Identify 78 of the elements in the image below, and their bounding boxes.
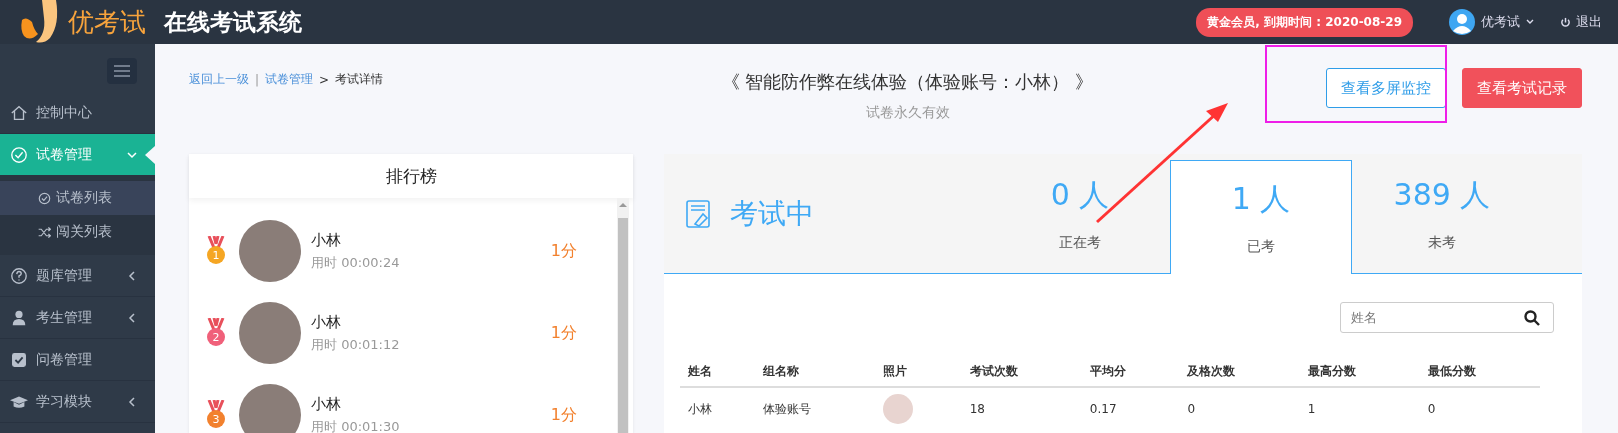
sidebar-item[interactable]: 考生管理 [0,297,155,339]
stats-title: 考试中 [730,195,814,232]
back-link[interactable]: 返回上一级 [189,71,249,88]
table-cell: 小林 [680,387,756,430]
photo-placeholder [883,394,914,424]
column-header: 最低分数 [1419,357,1540,387]
table-cell: 0.17 [1081,387,1180,430]
stats-tab[interactable]: 1 人 已考 [1170,160,1352,274]
breadcrumb-separator: | [255,72,260,87]
exam-validity: 试卷永久有效 [865,104,950,122]
breadcrumb-arrow: > [319,72,330,87]
score: 1分 [550,322,577,344]
column-header: 最高分数 [1299,357,1420,387]
avatar-icon [1449,9,1475,35]
search-icon[interactable] [1524,310,1540,326]
column-header: 姓名 [680,357,756,387]
logo-icon [20,0,60,44]
table-cell: 0 [1179,387,1300,430]
table-cell: 18 [961,387,1082,430]
chevron-left-icon [127,270,137,281]
time-used: 用时 00:00:24 [311,253,401,272]
tab-label: 未考 [1428,234,1456,252]
score: 1分 [550,404,577,426]
column-header: 及格次数 [1179,357,1300,387]
menu-icon [114,65,130,77]
system-title: 在线考试系统 [164,7,302,37]
table-cell: 0 [1419,387,1540,430]
check-circle-icon [10,145,28,164]
tab-label: 已考 [1247,238,1275,256]
logout-link[interactable]: 退出 [1560,13,1602,31]
tab-count: 0 人 [1050,176,1110,214]
participant-name: 小林 [311,394,342,414]
submenu-item[interactable]: 闯关列表 [0,215,155,249]
tab-count: 1 人 [1231,180,1291,218]
user-menu[interactable]: 优考试 [1449,9,1534,35]
column-header: 照片 [875,357,962,387]
chevron-left-icon [127,396,137,407]
participant-name: 小林 [311,230,342,250]
breadcrumb-link[interactable]: 试卷管理 [265,71,314,88]
user-icon [10,308,28,327]
stats-tab[interactable]: 389 人 未考 [1352,154,1532,274]
chevron-left-icon [127,312,137,323]
submenu-item[interactable]: 试卷列表 [0,181,155,215]
search-field[interactable]: 姓名 [1340,302,1554,333]
time-used: 用时 00:01:30 [311,417,401,433]
tab-label: 正在考 [1059,234,1101,252]
tab-count: 389 人 [1393,176,1491,214]
score: 1分 [550,240,577,262]
table-cell: 体验账号 [755,387,876,430]
brand-name: 优考试 [68,5,146,39]
checkbox-icon [10,350,28,369]
chevron-down-icon [127,149,137,160]
exam-title: 《 智能防作弊在线体验（体验账号：小林） 》 [721,70,1094,94]
sidebar-item[interactable]: 题库管理 [0,255,155,297]
sidebar-item[interactable]: 问卷管理 [0,339,155,381]
caret-icon [1526,19,1534,25]
membership-badge: 黄金会员, 到期时间 : 2020-08-29 [1196,7,1413,37]
table-cell: 1 [1299,387,1420,430]
check-circle-icon [38,191,51,205]
sidebar-item[interactable]: 学习模块 [0,381,155,423]
column-header: 平均分 [1081,357,1180,387]
time-used: 用时 00:01:12 [311,335,401,354]
question-circle-icon [10,266,28,285]
breadcrumb-current: 考试详情 [335,71,384,88]
active-pointer-notch [145,146,155,164]
exam-paper-icon [686,199,710,228]
power-icon [1560,16,1571,28]
scrollbar-thumb[interactable] [618,218,628,433]
home-icon [10,103,28,122]
scroll-up-icon [619,202,627,208]
participant-name: 小林 [311,312,342,332]
avatar-photo-placeholder [239,384,301,433]
ranking-title: 排行榜 [189,154,633,198]
shuffle-icon [38,225,51,239]
exam-records-button[interactable]: 查看考试记录 [1462,68,1582,108]
column-header: 组名称 [755,357,876,387]
column-header: 考试次数 [961,357,1082,387]
menu-toggle-button[interactable] [107,58,137,84]
